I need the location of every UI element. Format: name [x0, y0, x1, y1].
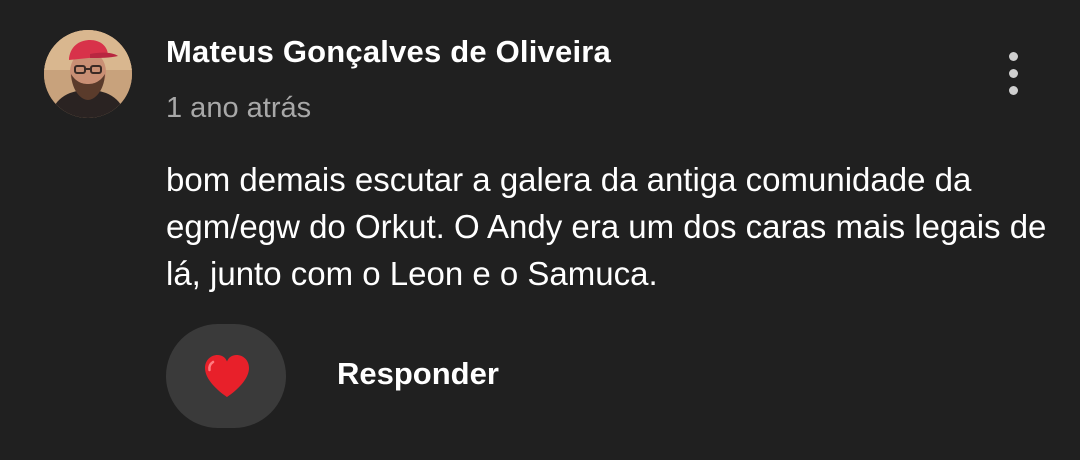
more-vertical-icon-dot: [1009, 86, 1018, 95]
author-name[interactable]: Mateus Gonçalves de Oliveira: [166, 34, 611, 70]
like-button[interactable]: [166, 324, 286, 428]
comment-card: Mateus Gonçalves de Oliveira 1 ano atrás…: [0, 0, 1080, 460]
avatar-photo-icon: [44, 30, 132, 118]
more-vertical-icon: [1009, 52, 1018, 61]
reply-button[interactable]: Responder: [337, 356, 499, 392]
more-options-button[interactable]: [990, 44, 1038, 104]
comment-text: bom demais escutar a galera da antiga co…: [166, 161, 1047, 292]
more-vertical-icon-dot: [1009, 69, 1018, 78]
heart-icon: [205, 355, 249, 397]
comment-timestamp: 1 ano atrás: [166, 92, 312, 124]
author-avatar[interactable]: [44, 30, 132, 118]
